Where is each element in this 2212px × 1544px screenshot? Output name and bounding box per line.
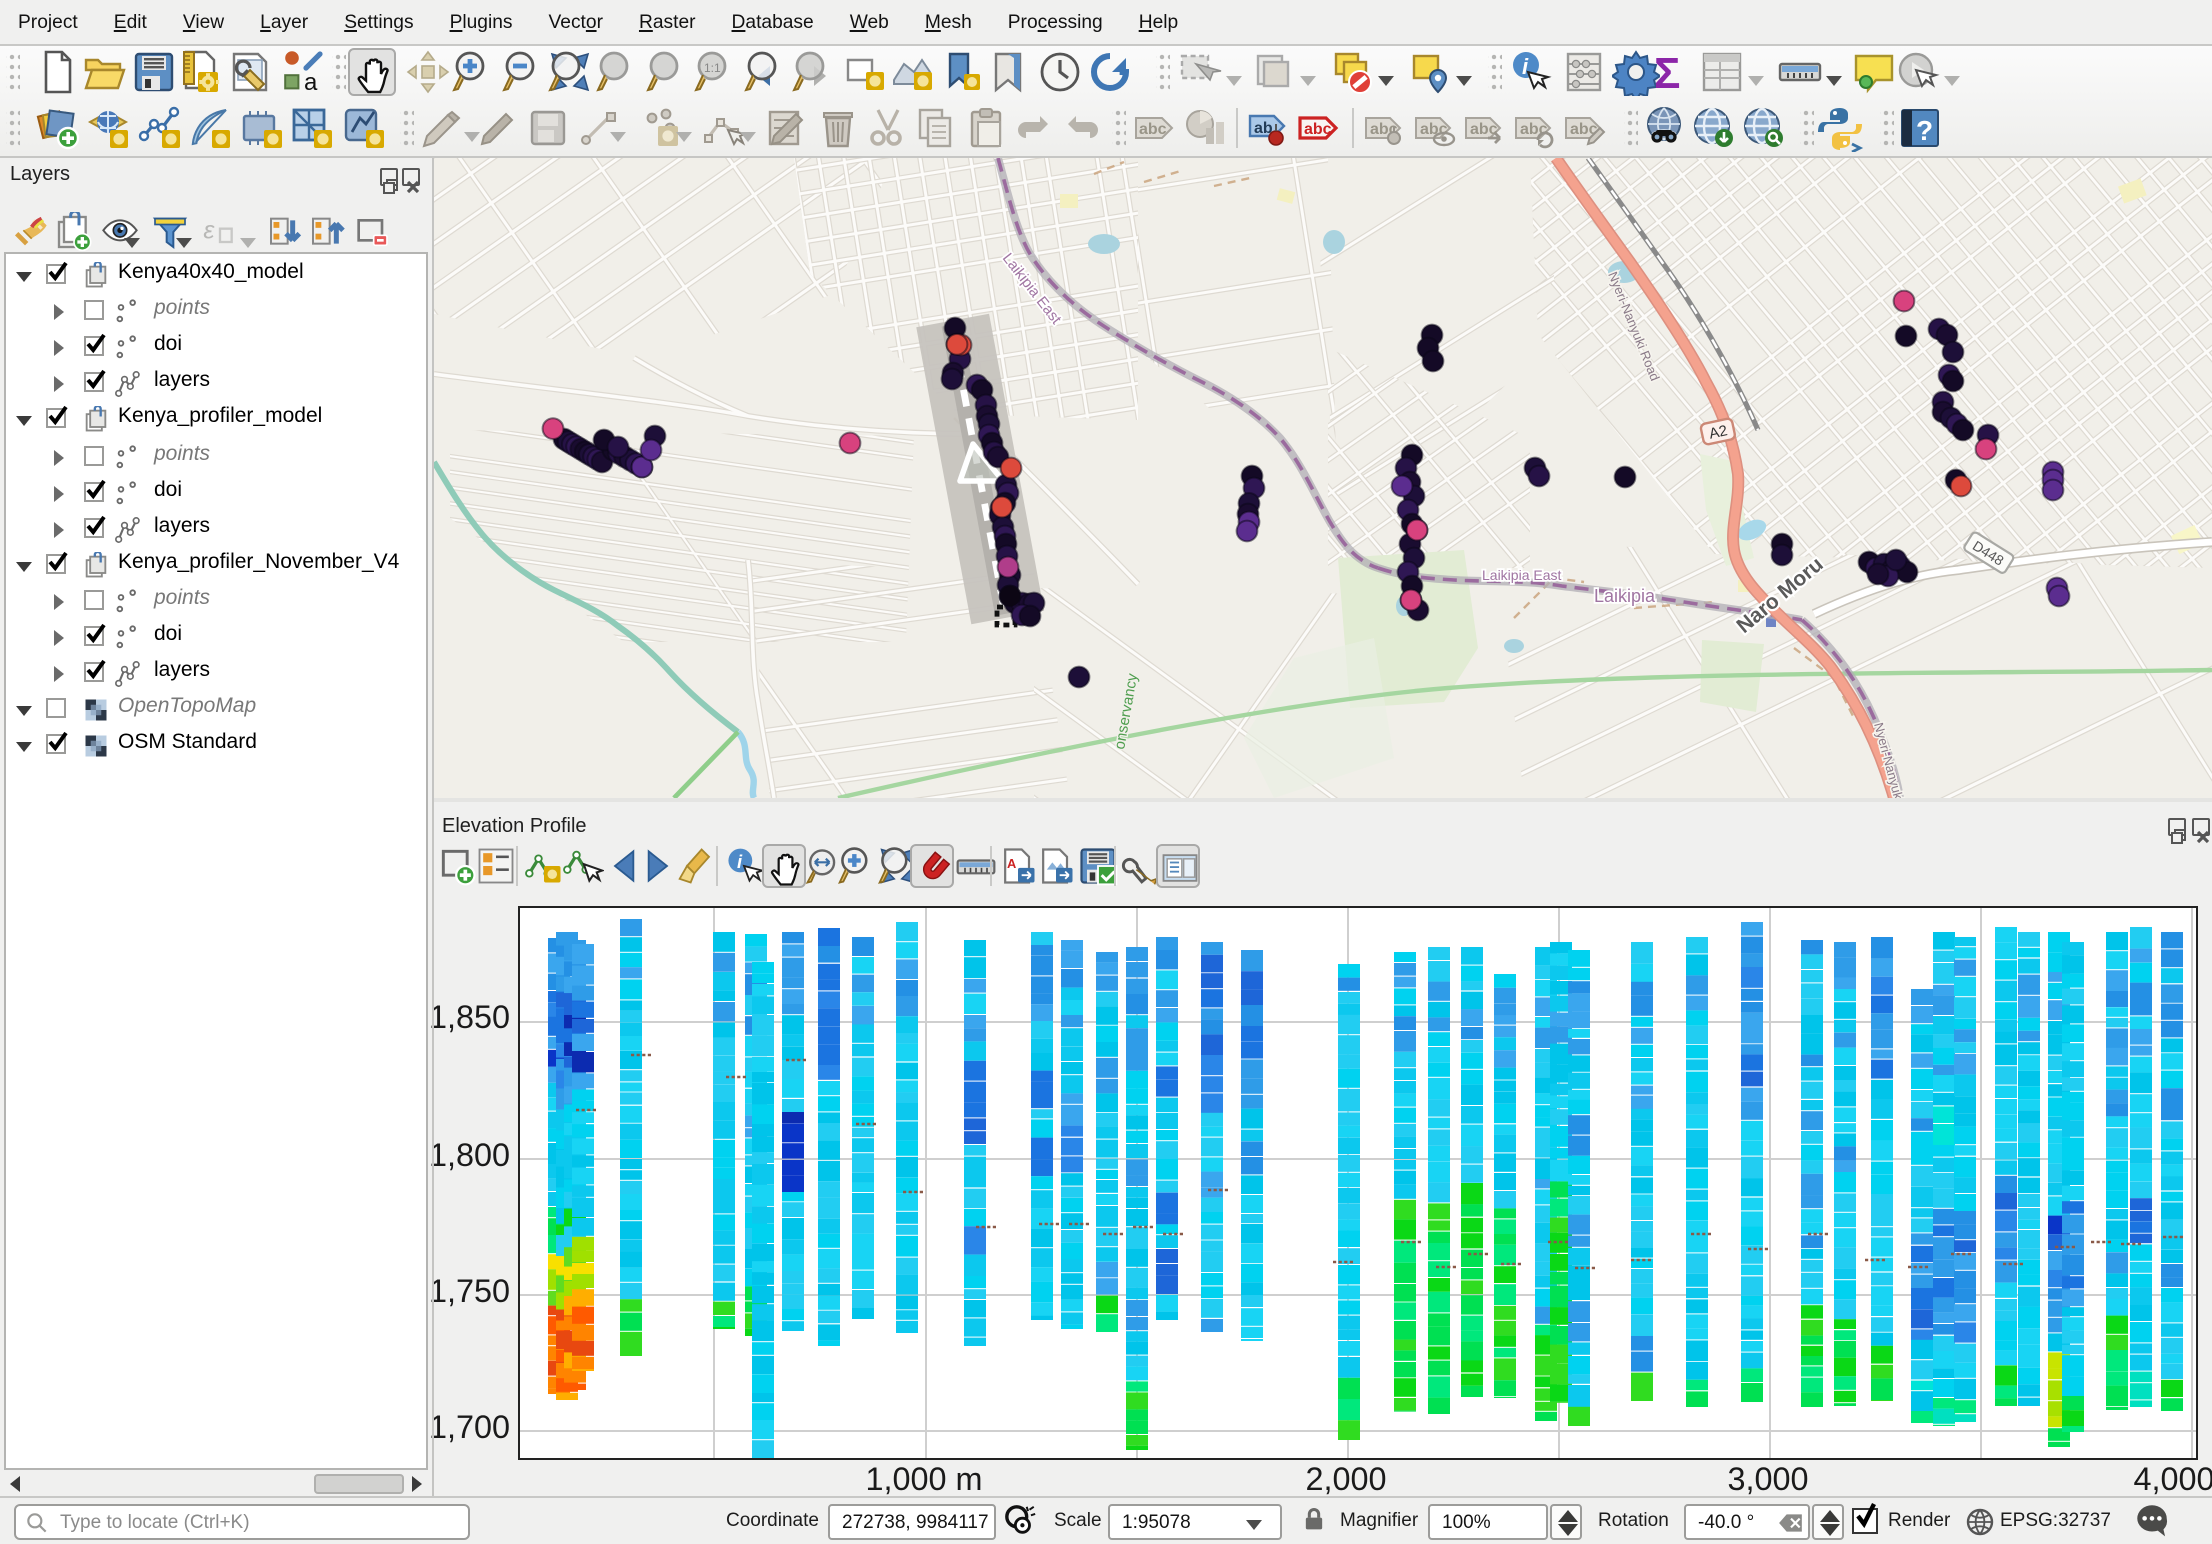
svg-text:abc: abc bbox=[1470, 121, 1498, 138]
svg-text:Σ: Σ bbox=[1654, 49, 1680, 96]
svg-text:ε: ε bbox=[203, 217, 215, 245]
svg-text:?: ? bbox=[1916, 115, 1933, 146]
svg-text:A: A bbox=[1006, 856, 1015, 871]
svg-text:abc: abc bbox=[1304, 121, 1332, 138]
svg-text:Laikipia East: Laikipia East bbox=[1482, 567, 1561, 583]
svg-text:a: a bbox=[304, 69, 318, 96]
svg-text:i: i bbox=[736, 851, 742, 872]
svg-text:abc: abc bbox=[1139, 121, 1167, 138]
svg-text:Laikipia: Laikipia bbox=[1594, 586, 1656, 606]
svg-text:1:1: 1:1 bbox=[704, 61, 721, 75]
svg-text:i: i bbox=[1522, 54, 1529, 79]
svg-text:abc: abc bbox=[1420, 121, 1448, 138]
svg-text:abc: abc bbox=[1520, 121, 1548, 138]
